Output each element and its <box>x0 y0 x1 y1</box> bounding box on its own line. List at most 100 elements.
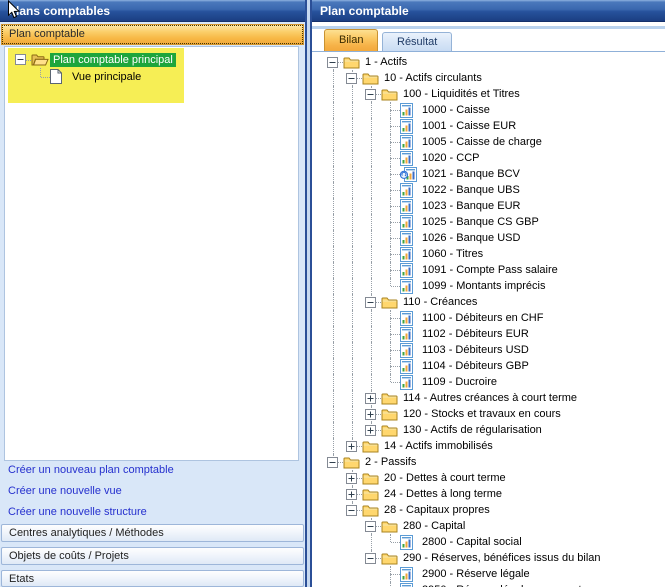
page-icon <box>50 69 69 84</box>
tree-item-label: 1104 - Débiteurs GBP <box>419 359 532 373</box>
tree-guide <box>324 390 343 406</box>
accordion-section-objets-de-couts[interactable]: Objets de coûts / Projets <box>1 547 304 565</box>
plan-comptable-panel: Plan comptable Bilan Résultat 1 - Actifs… <box>310 0 665 587</box>
tree-guide <box>324 278 343 294</box>
tab-resultat[interactable]: Résultat <box>382 32 452 51</box>
tree-item-label: 20 - Dettes à court terme <box>381 471 509 485</box>
tree-item[interactable]: 1109 - Ducroire <box>314 374 665 390</box>
tab-bar: Bilan Résultat <box>312 26 665 52</box>
tree-item[interactable]: 100 - Liquidités et Titres <box>314 86 665 102</box>
account-icon <box>400 327 419 342</box>
tree-item[interactable]: 20 - Dettes à court terme <box>314 470 665 486</box>
expander-minus-icon[interactable] <box>343 502 362 518</box>
account-icon <box>400 215 419 230</box>
tree-guide <box>324 70 343 86</box>
tree-connector <box>381 342 400 358</box>
tree-item[interactable]: 1001 - Caisse EUR <box>314 118 665 134</box>
tree-item[interactable]: 1102 - Débiteurs EUR <box>314 326 665 342</box>
tree-item[interactable]: 114 - Autres créances à court terme <box>314 390 665 406</box>
tree-guide <box>343 262 362 278</box>
tree-item[interactable]: 1060 - Titres <box>314 246 665 262</box>
expander-minus-icon[interactable] <box>362 518 381 534</box>
tree-connector <box>381 278 400 294</box>
tree-item[interactable]: 1103 - Débiteurs USD <box>314 342 665 358</box>
accordion-section-centres-analytiques[interactable]: Centres analytiques / Méthodes <box>1 524 304 542</box>
tree-item[interactable]: 1091 - Compte Pass salaire <box>314 262 665 278</box>
folder-icon <box>381 520 400 533</box>
tree-item[interactable]: 28 - Capitaux propres <box>314 502 665 518</box>
tree-guide <box>362 230 381 246</box>
tree-guide <box>362 342 381 358</box>
expander-plus-icon[interactable] <box>343 470 362 486</box>
expander-minus-icon[interactable] <box>362 294 381 310</box>
tree-item[interactable]: 1 - Actifs <box>314 54 665 70</box>
tree-guide <box>343 134 362 150</box>
tree-item[interactable]: 1021 - Banque BCV <box>314 166 665 182</box>
expander-plus-icon[interactable] <box>362 406 381 422</box>
tree-item[interactable]: 1104 - Débiteurs GBP <box>314 358 665 374</box>
tree-item[interactable]: 110 - Créances <box>314 294 665 310</box>
tree-item[interactable]: 1023 - Banque EUR <box>314 198 665 214</box>
expander-plus-icon[interactable] <box>362 390 381 406</box>
right-panel-title: Plan comptable <box>320 4 409 18</box>
tree-item[interactable]: 2 - Passifs <box>314 454 665 470</box>
account-icon <box>400 183 419 198</box>
tree-item[interactable]: 1005 - Caisse de charge <box>314 134 665 150</box>
tree-item[interactable]: 1026 - Banque USD <box>314 230 665 246</box>
tree-guide <box>12 68 31 85</box>
accordion-section-etats[interactable]: Etats <box>1 570 304 587</box>
tree-item[interactable]: 280 - Capital <box>314 518 665 534</box>
tree-guide <box>343 214 362 230</box>
tree-item-label: 14 - Actifs immobilisés <box>381 439 496 453</box>
expander-plus-icon[interactable] <box>343 438 362 454</box>
tree-guide <box>324 566 343 582</box>
tree-item[interactable]: 1025 - Banque CS GBP <box>314 214 665 230</box>
link-create-structure[interactable]: Créer une nouvelle structure <box>8 506 147 518</box>
tree-item[interactable]: 130 - Actifs de régularisation <box>314 422 665 438</box>
tree-item[interactable]: 24 - Dettes à long terme <box>314 486 665 502</box>
tree-item[interactable]: 1000 - Caisse <box>314 102 665 118</box>
expander-minus-icon[interactable] <box>362 550 381 566</box>
tree-connector <box>381 214 400 230</box>
link-create-vue[interactable]: Créer une nouvelle vue <box>8 485 122 497</box>
tree-item[interactable]: 120 - Stocks et travaux en cours <box>314 406 665 422</box>
tree-guide <box>324 214 343 230</box>
tree-item[interactable]: 10 - Actifs circulants <box>314 70 665 86</box>
tree-guide <box>362 566 381 582</box>
tree-guide <box>324 358 343 374</box>
tree-item[interactable]: 1022 - Banque UBS <box>314 182 665 198</box>
expander-minus-icon[interactable] <box>362 86 381 102</box>
account-icon <box>400 263 419 278</box>
tree-item[interactable]: 2950 - Réserve légale provenant <box>314 582 665 587</box>
tab-bilan[interactable]: Bilan <box>324 29 378 51</box>
account-icon <box>400 151 419 166</box>
tree-item[interactable]: 290 - Réserves, bénéfices issus du bilan <box>314 550 665 566</box>
account-icon <box>400 375 419 390</box>
account-icon <box>400 535 419 550</box>
tree-guide <box>324 582 343 587</box>
tree-item-label: 2 - Passifs <box>362 455 419 469</box>
tree-item[interactable]: 2900 - Réserve légale <box>314 566 665 582</box>
expander-minus-icon[interactable] <box>12 51 31 68</box>
tree-item-label: 1001 - Caisse EUR <box>419 119 519 133</box>
tree-guide <box>343 406 362 422</box>
tree-item[interactable]: 1099 - Montants imprécis <box>314 278 665 294</box>
tree-guide <box>362 166 381 182</box>
tree-item[interactable]: 2800 - Capital social <box>314 534 665 550</box>
expander-minus-icon[interactable] <box>324 454 343 470</box>
tree-item[interactable]: 14 - Actifs immobilisés <box>314 438 665 454</box>
tree-guide <box>324 230 343 246</box>
accordion-section-plan-comptable[interactable]: Plan comptable <box>1 24 304 45</box>
tree-item[interactable]: 1020 - CCP <box>314 150 665 166</box>
link-create-plan-comptable[interactable]: Créer un nouveau plan comptable <box>8 464 174 476</box>
expander-plus-icon[interactable] <box>362 422 381 438</box>
tree-guide <box>324 134 343 150</box>
folder-icon <box>381 424 400 437</box>
tree-item[interactable]: Plan comptable principal <box>6 51 297 68</box>
expander-plus-icon[interactable] <box>343 486 362 502</box>
expander-minus-icon[interactable] <box>343 70 362 86</box>
application-window: Plans comptables Plan comptable Plan com… <box>0 0 665 587</box>
tree-item[interactable]: 1100 - Débiteurs en CHF <box>314 310 665 326</box>
expander-minus-icon[interactable] <box>324 54 343 70</box>
tree-item[interactable]: Vue principale <box>6 68 297 85</box>
